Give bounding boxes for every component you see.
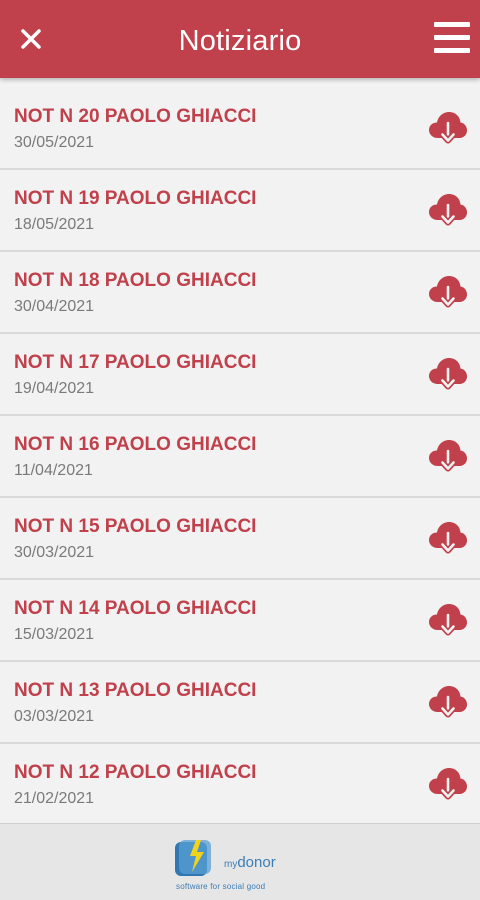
cloud-download-icon — [429, 440, 467, 472]
item-date: 03/03/2021 — [14, 708, 95, 725]
hamburger-menu-icon — [434, 22, 470, 27]
item-title: NOT N 16 PAOLO GHIACCI — [14, 434, 257, 455]
download-button[interactable] — [428, 520, 468, 556]
news-list: NOT N 20 PAOLO GHIACCI 30/05/2021 NOT N 19… — [0, 88, 480, 826]
list-item[interactable]: NOT N 17 PAOLO GHIACCI 19/04/2021 — [0, 334, 480, 416]
item-date: 11/04/2021 — [14, 462, 93, 479]
app-screen: Notiziario NOT N 20 PAOLO GHIACCI 30/05/2… — [0, 0, 480, 900]
item-title: NOT N 15 PAOLO GHIACCI — [14, 516, 257, 537]
list-item[interactable]: NOT N 12 PAOLO GHIACCI 21/02/2021 — [0, 744, 480, 826]
item-date: 30/04/2021 — [14, 298, 95, 315]
footer: mydonor software for social good — [0, 823, 480, 900]
download-button[interactable] — [428, 192, 468, 228]
item-date: 30/03/2021 — [14, 544, 95, 561]
cloud-download-icon — [429, 358, 467, 390]
cloud-download-icon — [429, 276, 467, 308]
menu-button[interactable] — [434, 20, 472, 56]
download-button[interactable] — [428, 438, 468, 474]
download-button[interactable] — [428, 766, 468, 802]
item-date: 18/05/2021 — [14, 216, 95, 233]
logo-my-text: my — [224, 859, 238, 870]
hamburger-menu-icon-line — [434, 35, 470, 40]
logo-donor-text: donor — [237, 854, 276, 871]
download-button[interactable] — [428, 356, 468, 392]
logo-tagline: software for social good — [176, 882, 266, 891]
download-button[interactable] — [428, 602, 468, 638]
list-item[interactable]: NOT N 16 PAOLO GHIACCI 11/04/2021 — [0, 416, 480, 498]
page-title: Notiziario — [178, 25, 302, 57]
item-title: NOT N 17 PAOLO GHIACCI — [14, 352, 257, 373]
list-item[interactable]: NOT N 15 PAOLO GHIACCI 30/03/2021 — [0, 498, 480, 580]
item-title: NOT N 19 PAOLO GHIACCI — [14, 188, 257, 209]
download-button[interactable] — [428, 110, 468, 146]
cloud-download-icon — [429, 522, 467, 554]
mydonor-logo: mydonor software for social good — [174, 834, 314, 894]
list-item[interactable]: NOT N 18 PAOLO GHIACCI 30/04/2021 — [0, 252, 480, 334]
item-title: NOT N 20 PAOLO GHIACCI — [14, 106, 257, 127]
hamburger-menu-icon-line — [434, 48, 470, 53]
cloud-download-icon — [429, 768, 467, 800]
cloud-download-icon — [429, 686, 467, 718]
cloud-download-icon — [429, 194, 467, 226]
item-title: NOT N 14 PAOLO GHIACCI — [14, 598, 257, 619]
cloud-download-icon — [429, 604, 467, 636]
item-date: 21/02/2021 — [14, 790, 95, 807]
list-item[interactable]: NOT N 19 PAOLO GHIACCI 18/05/2021 — [0, 170, 480, 252]
list-item[interactable]: NOT N 13 PAOLO GHIACCI 03/03/2021 — [0, 662, 480, 744]
item-title: NOT N 18 PAOLO GHIACCI — [14, 270, 257, 291]
item-date: 19/04/2021 — [14, 380, 95, 397]
logo-wordmark: mydonor — [224, 854, 276, 871]
logo-mark-icon — [175, 840, 211, 876]
list-item[interactable]: NOT N 20 PAOLO GHIACCI 30/05/2021 — [0, 88, 480, 170]
list-item[interactable]: NOT N 14 PAOLO GHIACCI 15/03/2021 — [0, 580, 480, 662]
item-date: 30/05/2021 — [14, 134, 95, 151]
item-date: 15/03/2021 — [14, 626, 95, 643]
item-title: NOT N 13 PAOLO GHIACCI — [14, 680, 257, 701]
download-button[interactable] — [428, 274, 468, 310]
download-button[interactable] — [428, 684, 468, 720]
app-header: Notiziario — [0, 0, 480, 78]
item-title: NOT N 12 PAOLO GHIACCI — [14, 762, 257, 783]
cloud-download-icon — [429, 112, 467, 144]
